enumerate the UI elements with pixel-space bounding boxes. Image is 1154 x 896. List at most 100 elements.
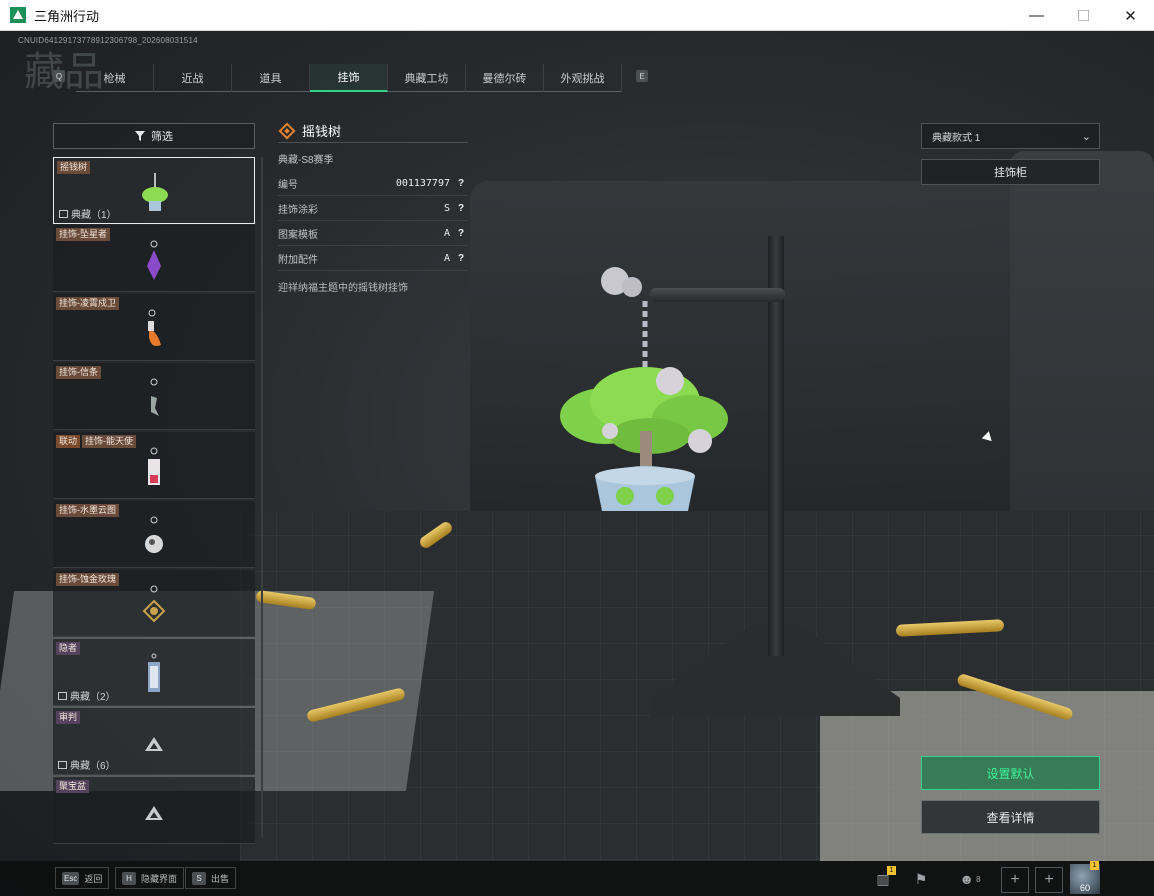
image-icon: [59, 209, 68, 218]
filter-icon: [135, 131, 145, 141]
charm-card[interactable]: 摇钱树 典藏（1）: [53, 157, 255, 224]
flag-button[interactable]: ⚑: [908, 867, 934, 891]
hint-key: H: [122, 871, 136, 885]
game-viewport: CNUID6412917377891230679​8_2026080315​14…: [0, 31, 1154, 896]
card-charm-icon: [137, 442, 171, 492]
tab-0[interactable]: 枪械: [76, 64, 154, 92]
hint-key: Esc: [62, 871, 80, 885]
hint-label: 出售: [211, 873, 230, 884]
flame-charm-icon: [137, 304, 171, 354]
view-details-button[interactable]: 查看详情: [921, 800, 1100, 834]
charm-card[interactable]: 隐者典藏（2）: [53, 639, 255, 706]
charm-tag: 挂饰-能天使: [82, 435, 137, 448]
help-icon[interactable]: ?: [458, 203, 468, 214]
charm-tags: 挂饰-水墨云图: [56, 504, 119, 517]
charm-card[interactable]: 联动 挂饰-能天使: [53, 432, 255, 499]
detail-value: A: [443, 252, 450, 264]
category-tabs: 枪械 近战 道具 挂饰 典藏工坊 曼德尔砖 外观挑战: [76, 64, 622, 92]
list-scrollbar[interactable]: [261, 157, 263, 837]
help-icon[interactable]: ?: [458, 178, 468, 189]
collection-count-text: 典藏（1）: [71, 210, 117, 221]
close-button[interactable]: ✕: [1107, 0, 1154, 31]
image-icon: [58, 691, 67, 700]
charm-card[interactable]: 审判典藏（6）: [53, 708, 255, 775]
charm-card[interactable]: 挂饰-蚀金玫瑰: [53, 570, 255, 637]
charm-card[interactable]: 聚宝盆: [53, 777, 255, 844]
charm-cabinet-button[interactable]: 挂饰柜: [921, 159, 1100, 185]
detail-label: 挂饰涂彩: [278, 204, 318, 216]
money-tree-charm-model[interactable]: [550, 261, 740, 511]
maximize-button[interactable]: ☐: [1060, 0, 1107, 31]
detail-value: S: [443, 202, 450, 214]
charm-tag: 审判: [56, 711, 81, 724]
charm-tags: 聚宝盆: [56, 780, 90, 793]
hint-back[interactable]: Esc 返回: [55, 867, 110, 889]
help-icon[interactable]: ?: [458, 228, 468, 239]
hint-sell[interactable]: S 出售: [185, 867, 237, 889]
help-icon[interactable]: ?: [458, 253, 468, 264]
detail-row: 挂饰涂彩 S?: [278, 196, 468, 221]
hint-label: 返回: [84, 873, 103, 884]
hint-hide-ui[interactable]: H 隐藏界面: [115, 867, 185, 889]
detail-header: 摇钱树: [278, 119, 468, 143]
figure-charm-icon: [137, 373, 171, 423]
set-default-button[interactable]: 设置默认: [921, 756, 1100, 790]
charm-card[interactable]: 挂饰-水墨云图: [53, 501, 255, 568]
style-select-value: 典藏款式 1: [932, 132, 981, 144]
detail-row: 附加配件 A?: [278, 246, 468, 271]
charm-tag: 联动: [56, 435, 81, 448]
charm-tag: 挂饰-凌霄戍卫: [56, 297, 119, 310]
detail-label: 附加配件: [278, 254, 318, 266]
level-badge: 1: [1090, 861, 1099, 870]
charm-tags: 挂饰-坠星者: [56, 228, 110, 241]
detail-label: 图案模板: [278, 229, 318, 241]
charm-tag: 聚宝盆: [56, 780, 90, 793]
charm-tags: 挂饰-蚀金玫瑰: [56, 573, 119, 586]
charm-tag: 挂饰-蚀金玫瑰: [56, 573, 119, 586]
charm-tags: 隐者: [56, 642, 81, 655]
minimize-button[interactable]: —: [1013, 0, 1060, 31]
prev-tab-key[interactable]: Q: [53, 70, 65, 82]
stats-button[interactable]: ▥ 1: [870, 866, 896, 891]
chevron-down-icon: ⌄: [1081, 131, 1091, 143]
collection-count-text: 典藏（6）: [70, 761, 116, 772]
tab-1[interactable]: 近战: [154, 64, 232, 92]
tab-2[interactable]: 道具: [232, 64, 310, 92]
player-level: 60: [1080, 883, 1091, 893]
filter-button[interactable]: 筛选: [53, 123, 255, 149]
charm-tag: 挂饰-坠星者: [56, 228, 110, 241]
charm-tags: 审判: [56, 711, 81, 724]
window-controls: — ☐ ✕: [1013, 0, 1154, 31]
style-select[interactable]: 典藏款式 1 ⌄: [921, 123, 1100, 149]
delta-logo-icon: [137, 787, 171, 837]
next-tab-key[interactable]: E: [636, 70, 648, 82]
orb-charm-icon: [137, 511, 171, 561]
tab-3[interactable]: 挂饰: [310, 64, 388, 92]
collection-count-text: 典藏（2）: [70, 692, 116, 703]
tag-charm-icon: [137, 649, 171, 699]
detail-row: 图案模板 A?: [278, 221, 468, 246]
empty-slot-1[interactable]: +: [1001, 867, 1029, 893]
charm-card[interactable]: 挂饰-坠星者: [53, 225, 255, 292]
charm-card[interactable]: 挂饰-信条: [53, 363, 255, 430]
plus-icon: +: [1044, 871, 1054, 888]
charm-tag: 隐者: [56, 642, 81, 655]
detail-value: A: [443, 227, 450, 239]
hint-label: 隐藏界面: [141, 873, 178, 884]
empty-slot-2[interactable]: +: [1035, 867, 1063, 893]
detail-row: 编号 001137797?: [278, 171, 468, 196]
charm-card[interactable]: 挂饰-凌霄戍卫: [53, 294, 255, 361]
friends-icon: ☻: [959, 871, 975, 887]
collection-count: 典藏（6）: [58, 757, 116, 772]
money-tree-charm-icon: [138, 168, 172, 218]
tab-5[interactable]: 曼德尔砖: [466, 64, 544, 92]
crystal-charm-icon: [137, 235, 171, 285]
window-title: 三角洲行动: [34, 8, 100, 24]
tab-6[interactable]: 外观挑战: [544, 64, 622, 92]
filter-label: 筛选: [151, 131, 173, 143]
tab-4[interactable]: 典藏工坊: [388, 64, 466, 92]
flag-icon: ⚑: [914, 870, 928, 887]
delta-logo-icon: [137, 718, 171, 768]
friends-button[interactable]: ☻ 8: [952, 867, 988, 891]
image-icon: [58, 760, 67, 769]
